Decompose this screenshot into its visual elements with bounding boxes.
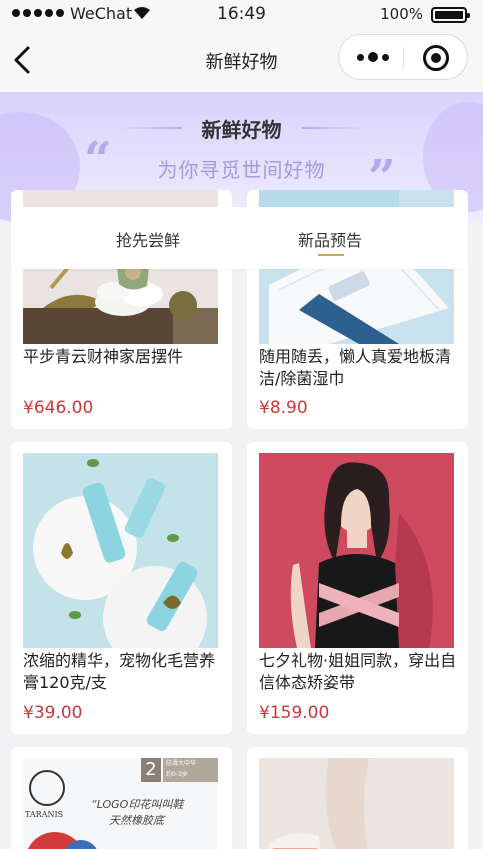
product-image-paste <box>23 453 218 648</box>
product-tagline: “LOGO印花叫叫鞋 <box>91 798 184 811</box>
banner-subtitle: 为你寻觅世间好物 <box>157 158 326 182</box>
product-image-posture-belt <box>259 453 454 648</box>
product-card[interactable] <box>247 747 468 849</box>
product-name: 平步青云财神家居摆件 <box>23 347 184 366</box>
capsule-divider <box>403 47 404 69</box>
product-card[interactable]: TARANIS 2 防滑大中华 约0-3岁 “LOGO印花叫叫鞋 天然橡胶底 <box>11 747 232 849</box>
product-price: ¥159.00 <box>259 703 330 723</box>
banner-divider-right <box>302 127 364 129</box>
navigation-bar: 新鲜好物 <box>0 30 483 92</box>
banner-title: 新鲜好物 <box>201 118 282 142</box>
more-menu-icon[interactable] <box>351 44 395 70</box>
badge-subtext: 约0-3岁 <box>166 771 188 778</box>
tab-try-first[interactable]: 抢先尝鲜 <box>78 207 218 269</box>
status-bar: WeChat 16:49 100% <box>0 0 483 30</box>
battery-percent: 100% <box>380 5 423 23</box>
product-card[interactable]: 浓缩的精华，宠物化毛营养膏120克/支 ¥39.00 <box>11 442 232 734</box>
badge-number: 2 <box>141 758 161 782</box>
battery-icon <box>431 7 470 23</box>
mini-program-capsule <box>338 34 468 80</box>
close-mini-program-icon[interactable] <box>423 45 449 71</box>
product-image-shoes: TARANIS 2 防滑大中华 约0-3岁 “LOGO印花叫叫鞋 天然橡胶底 <box>23 758 218 849</box>
product-name: 浓缩的精华，宠物化毛营养膏120克/支 <box>23 651 216 692</box>
product-tagline: 天然橡胶底 <box>109 814 164 827</box>
tab-new-preview[interactable]: 新品预告 <box>260 207 400 269</box>
product-name: 七夕礼物·姐姐同款，穿出自信体态矫姿带 <box>259 651 457 692</box>
product-price: ¥8.90 <box>259 398 308 418</box>
badge-label: 防滑大中华 约0-3岁 <box>163 758 218 782</box>
product-name: 随用随丢，懒人真爱地板清洁/除菌湿巾 <box>259 347 452 388</box>
product-price: ¥39.00 <box>23 703 83 723</box>
badge-text: 防滑大中华 <box>166 760 197 767</box>
active-tab-indicator <box>318 254 344 256</box>
product-card[interactable]: 七夕礼物·姐姐同款，穿出自信体态矫姿带 ¥159.00 <box>247 442 468 734</box>
tab-bar: 抢先尝鲜 新品预告 <box>11 207 467 269</box>
product-image-sneakers <box>259 758 454 849</box>
product-price: ¥646.00 <box>23 398 94 418</box>
brand-logo-icon <box>29 770 65 806</box>
brand-name: TARANIS <box>25 810 64 819</box>
